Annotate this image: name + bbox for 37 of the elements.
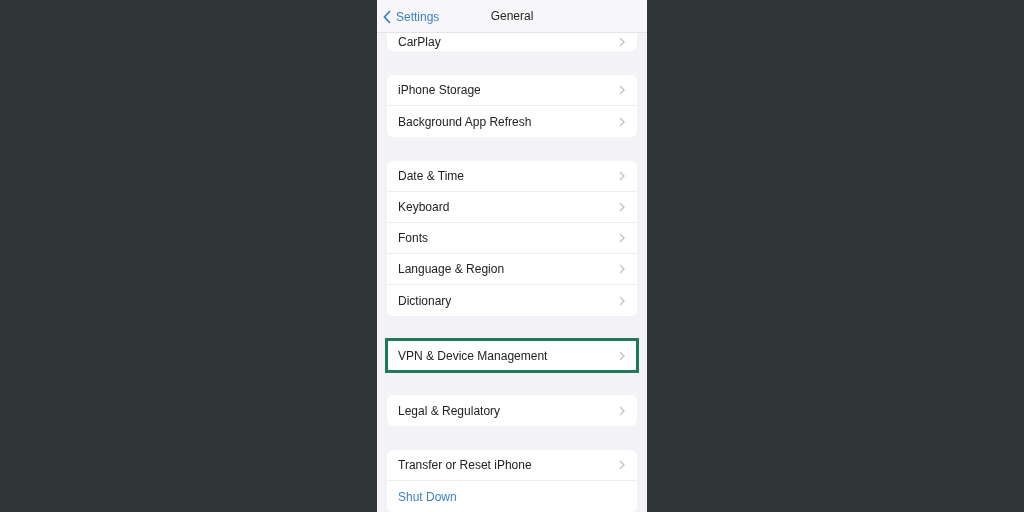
chevron-icon	[619, 37, 625, 47]
row-label: Date & Time	[398, 169, 465, 183]
chevron-icon	[619, 233, 625, 243]
row-label: VPN & Device Management	[398, 348, 548, 363]
back-chevron-icon	[383, 10, 391, 24]
settings-row[interactable]: Background App Refresh	[387, 106, 637, 137]
chevron-icon	[619, 350, 625, 361]
settings-row[interactable]: Transfer or Reset iPhone	[387, 450, 637, 481]
shut-down-button[interactable]: Shut Down	[387, 481, 637, 512]
chevron-icon	[619, 85, 625, 95]
settings-row[interactable]: Dictionary	[387, 285, 637, 316]
settings-row[interactable]: Date & Time	[387, 161, 637, 192]
row-label: iPhone Storage	[398, 83, 481, 97]
chevron-icon	[619, 116, 625, 127]
chevron-icon	[619, 202, 625, 212]
row-label: CarPlay	[398, 35, 441, 49]
row-label: Language & Region	[398, 262, 505, 276]
settings-row[interactable]: iPhone Storage	[387, 75, 637, 106]
settings-row[interactable]: Legal & Regulatory	[387, 395, 637, 426]
chevron-icon	[619, 264, 625, 274]
chevron-icon	[619, 405, 625, 416]
row-label: Background App Refresh	[398, 114, 532, 129]
settings-row[interactable]: VPN & Device Management	[387, 340, 637, 371]
row-label: Legal & Regulatory	[398, 403, 501, 418]
settings-row[interactable]: Language & Region	[387, 254, 637, 285]
settings-row[interactable]: CarPlay	[387, 33, 637, 51]
chevron-icon	[619, 460, 625, 470]
screen-title: General	[490, 9, 534, 23]
row-label: Keyboard	[398, 200, 450, 214]
row-label: Fonts	[398, 231, 428, 245]
chevron-icon	[619, 171, 625, 181]
back-button[interactable]: Settings	[377, 10, 440, 24]
settings-row[interactable]: Fonts	[387, 223, 637, 254]
row-label: Transfer or Reset iPhone	[398, 458, 532, 472]
settings-row[interactable]: Keyboard	[387, 192, 637, 223]
chevron-icon	[619, 295, 625, 306]
row-label: Dictionary	[398, 293, 452, 308]
